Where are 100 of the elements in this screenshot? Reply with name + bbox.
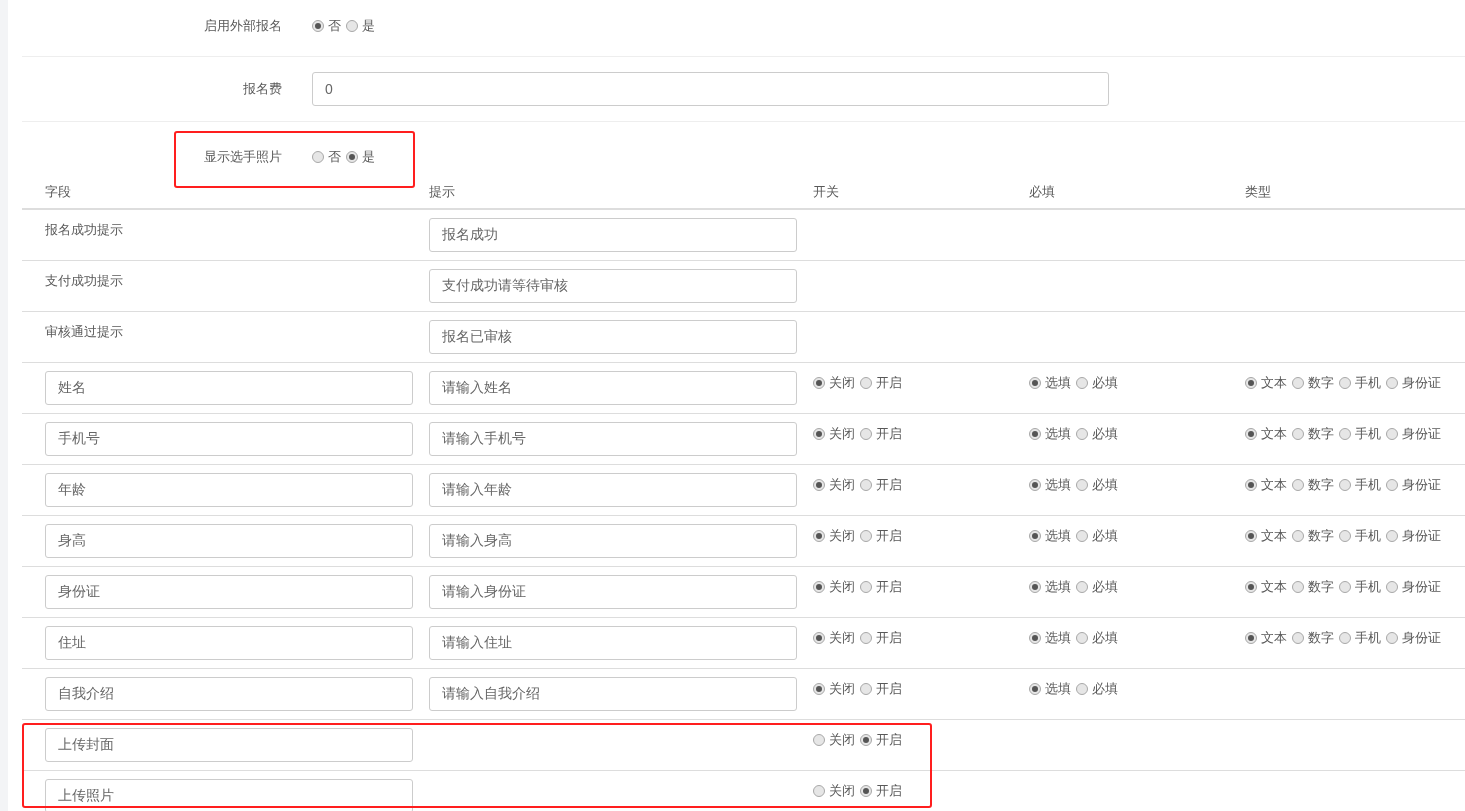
option-label: 开启	[876, 578, 902, 596]
column-header: 必填	[1029, 184, 1055, 199]
field-label: 支付成功提示	[45, 273, 123, 288]
radio-button[interactable]	[1029, 427, 1041, 440]
radio-button[interactable]	[1029, 478, 1041, 491]
option-label: 选填	[1045, 425, 1071, 443]
radio-button[interactable]	[1245, 631, 1257, 644]
radio-button[interactable]	[1386, 376, 1398, 389]
radio-button[interactable]	[1339, 427, 1351, 440]
radio-button[interactable]	[860, 529, 872, 542]
option-label: 文本	[1261, 578, 1287, 596]
radio-button[interactable]	[312, 150, 324, 163]
radio-button[interactable]	[860, 631, 872, 644]
radio-button[interactable]	[860, 784, 872, 797]
radio-button[interactable]	[860, 427, 872, 440]
radio-button[interactable]	[860, 376, 872, 389]
radio-button[interactable]	[1292, 376, 1304, 389]
radio-button[interactable]	[860, 733, 872, 746]
radio-button[interactable]	[1076, 376, 1088, 389]
radio-button[interactable]	[1245, 580, 1257, 593]
text-field[interactable]: 请输入自我介绍	[429, 677, 797, 711]
radio-button[interactable]	[1339, 529, 1351, 542]
radio-button[interactable]	[1386, 580, 1398, 593]
option-label: 否	[328, 148, 341, 166]
radio-button[interactable]	[1245, 376, 1257, 389]
radio-button[interactable]	[813, 529, 825, 542]
option-label: 必填	[1092, 578, 1118, 596]
radio-button[interactable]	[1076, 478, 1088, 491]
text-field[interactable]: 年龄	[45, 473, 413, 507]
option-label: 关闭	[829, 578, 855, 596]
text-field[interactable]: 上传封面	[45, 728, 413, 762]
radio-button[interactable]	[860, 682, 872, 695]
radio-button[interactable]	[1245, 478, 1257, 491]
option-label: 关闭	[829, 731, 855, 749]
radio-button[interactable]	[813, 784, 825, 797]
radio-button[interactable]	[1245, 427, 1257, 440]
setting-label: 启用外部报名	[204, 18, 282, 33]
radio-button[interactable]	[1339, 478, 1351, 491]
text-field[interactable]: 请输入手机号	[429, 422, 797, 456]
option-label: 开启	[876, 425, 902, 443]
radio-button[interactable]	[1292, 631, 1304, 644]
option-label: 开启	[876, 629, 902, 647]
radio-button[interactable]	[1076, 580, 1088, 593]
radio-button[interactable]	[1076, 427, 1088, 440]
radio-button[interactable]	[1076, 529, 1088, 542]
radio-button[interactable]	[1386, 478, 1398, 491]
radio-button[interactable]	[346, 150, 358, 163]
radio-button[interactable]	[312, 19, 324, 32]
option-label: 关闭	[829, 782, 855, 800]
radio-button[interactable]	[813, 376, 825, 389]
radio-button[interactable]	[1292, 580, 1304, 593]
radio-button[interactable]	[1029, 682, 1041, 695]
radio-button[interactable]	[346, 19, 358, 32]
radio-button[interactable]	[813, 631, 825, 644]
text-field[interactable]: 支付成功请等待审核	[429, 269, 797, 303]
option-label: 关闭	[829, 680, 855, 698]
radio-button[interactable]	[860, 478, 872, 491]
text-field[interactable]: 住址	[45, 626, 413, 660]
radio-button[interactable]	[860, 580, 872, 593]
option-label: 否	[328, 17, 341, 35]
option-label: 选填	[1045, 476, 1071, 494]
text-field[interactable]: 手机号	[45, 422, 413, 456]
text-field[interactable]: 请输入年龄	[429, 473, 797, 507]
radio-button[interactable]	[1029, 631, 1041, 644]
text-field[interactable]: 报名已审核	[429, 320, 797, 354]
radio-button[interactable]	[1292, 478, 1304, 491]
radio-button[interactable]	[1386, 529, 1398, 542]
text-field[interactable]: 请输入身高	[429, 524, 797, 558]
radio-button[interactable]	[1339, 376, 1351, 389]
radio-button[interactable]	[1386, 427, 1398, 440]
text-field[interactable]: 请输入身份证	[429, 575, 797, 609]
option-label: 手机	[1355, 374, 1381, 392]
text-field[interactable]: 请输入住址	[429, 626, 797, 660]
option-label: 必填	[1092, 629, 1118, 647]
option-label: 数字	[1308, 425, 1334, 443]
radio-button[interactable]	[813, 478, 825, 491]
text-field[interactable]: 姓名	[45, 371, 413, 405]
text-field[interactable]: 身高	[45, 524, 413, 558]
text-field[interactable]: 上传照片	[45, 779, 413, 811]
radio-button[interactable]	[1292, 427, 1304, 440]
text-field[interactable]: 0	[312, 72, 1109, 106]
radio-button[interactable]	[1076, 631, 1088, 644]
radio-button[interactable]	[1339, 580, 1351, 593]
text-field[interactable]: 自我介绍	[45, 677, 413, 711]
radio-button[interactable]	[1292, 529, 1304, 542]
text-field[interactable]: 报名成功	[429, 218, 797, 252]
text-field[interactable]: 身份证	[45, 575, 413, 609]
radio-button[interactable]	[1339, 631, 1351, 644]
option-label: 身份证	[1402, 527, 1441, 545]
text-field[interactable]: 请输入姓名	[429, 371, 797, 405]
radio-button[interactable]	[813, 427, 825, 440]
radio-button[interactable]	[813, 580, 825, 593]
radio-button[interactable]	[1029, 376, 1041, 389]
radio-button[interactable]	[813, 682, 825, 695]
radio-button[interactable]	[813, 733, 825, 746]
radio-button[interactable]	[1386, 631, 1398, 644]
radio-button[interactable]	[1029, 529, 1041, 542]
radio-button[interactable]	[1029, 580, 1041, 593]
radio-button[interactable]	[1245, 529, 1257, 542]
radio-button[interactable]	[1076, 682, 1088, 695]
